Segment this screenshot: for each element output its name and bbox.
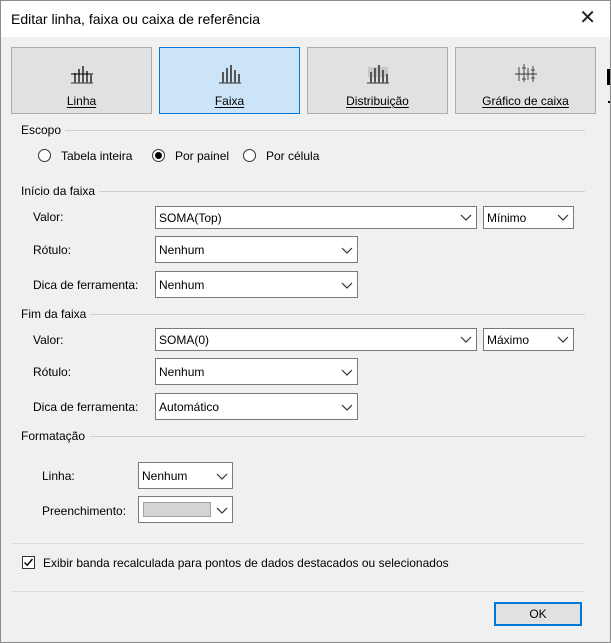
tab-faixa-label: Faixa [214, 94, 245, 108]
chevron-down-icon [460, 336, 472, 343]
radio-por-painel-label[interactable]: Por painel [175, 149, 229, 163]
tab-grafico-de-caixa-label: Gráfico de caixa [482, 94, 569, 108]
checkmark-icon [24, 558, 34, 567]
band-start-aggregation-select[interactable]: Mínimo [483, 206, 574, 229]
scope-title: Escopo [21, 123, 66, 137]
edge-mark [607, 69, 610, 85]
tab-grafico-de-caixa[interactable]: Gráfico de caixa [455, 47, 596, 114]
formatting-line-select[interactable]: Nenhum [138, 462, 233, 489]
recalc-checkbox[interactable] [22, 556, 35, 569]
band-start-label-value: Nenhum [159, 243, 205, 257]
band-end-rule [21, 314, 585, 315]
band-end-label-select[interactable]: Nenhum [155, 358, 358, 385]
band-end-tooltip-select[interactable]: Automático [155, 393, 358, 420]
band-start-title: Início da faixa [21, 184, 100, 198]
band-start-value: SOMA(Top) [159, 211, 222, 225]
chevron-down-icon [557, 336, 569, 343]
radio-por-painel[interactable] [152, 149, 165, 162]
fill-color-swatch [143, 502, 211, 517]
chevron-down-icon [341, 247, 353, 254]
formatting-fill-label: Preenchimento: [42, 504, 127, 518]
chevron-down-icon [341, 404, 353, 411]
band-start-tooltip-label: Dica de ferramenta: [33, 278, 139, 292]
chevron-down-icon [216, 507, 228, 514]
band-start-tooltip-select[interactable]: Nenhum [155, 271, 358, 298]
radio-tabela-inteira-label[interactable]: Tabela inteira [61, 149, 132, 163]
band-end-aggregation-select[interactable]: Máximo [483, 328, 574, 351]
band-start-value-select[interactable]: SOMA(Top) [155, 206, 477, 229]
bar-chart-band-icon [218, 65, 241, 84]
scope-rule [21, 130, 585, 131]
dialog-title: Editar linha, faixa ou caixa de referênc… [11, 11, 261, 27]
band-end-value: SOMA(0) [159, 333, 210, 347]
chevron-down-icon [216, 473, 228, 480]
tab-faixa[interactable]: Faixa [159, 47, 300, 114]
chevron-down-icon [341, 369, 353, 376]
checkbox-rule [11, 543, 585, 544]
band-start-value-label: Valor: [33, 210, 64, 224]
band-start-aggregation: Mínimo [487, 211, 527, 225]
chevron-down-icon [341, 282, 353, 289]
ok-button[interactable]: OK [494, 602, 582, 626]
band-end-value-label: Valor: [33, 333, 64, 347]
band-end-tooltip-value: Automático [159, 400, 220, 414]
band-end-label-label: Rótulo: [33, 365, 72, 379]
band-start-label-select[interactable]: Nenhum [155, 236, 358, 263]
bar-chart-distribution-icon [366, 65, 389, 84]
radio-por-celula-label[interactable]: Por célula [266, 149, 319, 163]
band-start-rule [21, 191, 585, 192]
radio-tabela-inteira[interactable] [38, 149, 51, 162]
band-end-label-value: Nenhum [159, 365, 205, 379]
band-end-title: Fim da faixa [21, 307, 91, 321]
chevron-down-icon [557, 214, 569, 221]
formatting-title: Formatação [21, 429, 90, 443]
footer-separator [11, 591, 585, 592]
tab-linha[interactable]: Linha [11, 47, 152, 114]
edge-mark-dot [608, 101, 610, 103]
bar-chart-line-icon [70, 66, 93, 84]
band-end-value-select[interactable]: SOMA(0) [155, 328, 477, 351]
radio-por-celula[interactable] [243, 149, 256, 162]
reference-dialog: Editar linha, faixa ou caixa de referênc… [0, 0, 611, 643]
title-bar: Editar linha, faixa ou caixa de referênc… [1, 1, 610, 37]
tab-distribuicao[interactable]: Distribuição [307, 47, 448, 114]
formatting-fill-select[interactable] [138, 496, 233, 523]
band-start-label-label: Rótulo: [33, 243, 72, 257]
box-plot-icon [514, 64, 537, 82]
formatting-line-value: Nenhum [142, 469, 188, 483]
band-end-tooltip-label: Dica de ferramenta: [33, 400, 139, 414]
formatting-rule [21, 436, 585, 437]
band-end-aggregation: Máximo [487, 333, 530, 347]
formatting-line-label: Linha: [42, 469, 75, 483]
recalc-checkbox-label[interactable]: Exibir banda recalculada para pontos de … [43, 556, 449, 570]
band-start-tooltip-value: Nenhum [159, 278, 205, 292]
tab-linha-label: Linha [66, 94, 97, 108]
tab-distribuicao-label: Distribuição [346, 94, 409, 108]
chevron-down-icon [460, 214, 472, 221]
close-icon[interactable]: ✕ [579, 7, 596, 29]
